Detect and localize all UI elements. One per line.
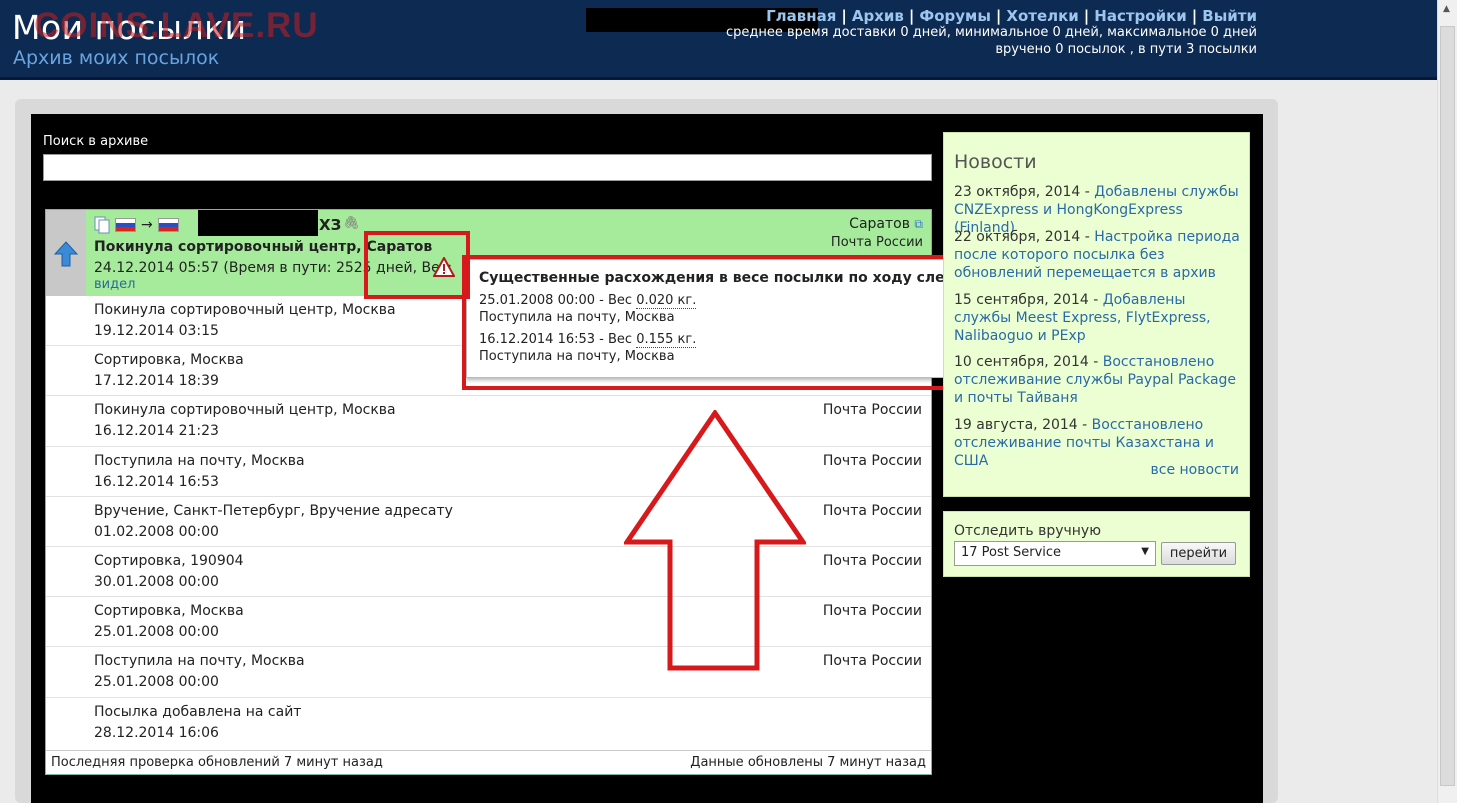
row-time: 25.01.2008 00:00	[94, 624, 219, 641]
row-carrier: Почта России	[822, 502, 922, 519]
row-time: 01.02.2008 00:00	[94, 523, 219, 540]
parcel-name[interactable]: ХЗ	[319, 216, 341, 234]
row-time: 17.12.2014 18:39	[94, 373, 219, 390]
arrow-up-icon[interactable]	[54, 240, 78, 268]
nav-separator: |	[1083, 7, 1090, 25]
flag-russia-icon	[157, 218, 179, 232]
destination-city-label[interactable]: Саратов	[849, 216, 910, 232]
row-status: Покинула сортировочный центр, Москва	[94, 302, 396, 318]
service-select-value[interactable]: 17 Post Service	[961, 545, 1061, 560]
news-item: 22 октября, 2014 - Настройка периода пос…	[954, 228, 1244, 282]
row-carrier: Почта России	[822, 552, 922, 569]
search-label: Поиск в архиве	[43, 134, 149, 149]
news-date: 10 сентября, 2014 -	[954, 354, 1103, 370]
track-label: Отследить вручную	[954, 523, 1101, 539]
row-time: 19.12.2014 03:15	[94, 323, 219, 339]
row-time: 16.12.2014 21:23	[94, 423, 219, 440]
copy-icon[interactable]	[94, 216, 110, 234]
parcel-icons: →	[94, 216, 179, 234]
parcel-footer: Последняя проверка обновлений 7 минут на…	[46, 750, 931, 774]
nav-logout[interactable]: Выйти	[1202, 7, 1257, 25]
carrier-label: Почта России	[830, 235, 923, 250]
nav-separator: |	[908, 7, 915, 25]
scroll-up-icon[interactable]: ▲	[1443, 4, 1450, 14]
news-date: 15 сентября, 2014 -	[954, 292, 1103, 308]
nav-separator: |	[841, 7, 847, 25]
row-status: Вручение, Санкт-Петербург, Вручение адре…	[94, 502, 453, 519]
nav-home[interactable]: Главная	[766, 7, 836, 25]
watermark: COINS.LAVE.RU	[34, 6, 319, 45]
news-item: 15 сентября, 2014 - Добавлены службы Mee…	[954, 291, 1244, 345]
nav-archive[interactable]: Архив	[852, 7, 904, 25]
page-scrollbar[interactable]: ▲	[1437, 0, 1457, 803]
flag-russia-icon	[115, 218, 136, 232]
news-panel: Новости 23 октября, 2014 - Добавлены слу…	[943, 132, 1250, 497]
all-news-link[interactable]: все новости	[1151, 462, 1240, 478]
row-status: Покинула сортировочный центр, Москва	[94, 402, 396, 419]
row-carrier: Почта России	[822, 402, 922, 419]
scroll-thumb[interactable]	[1440, 26, 1455, 786]
top-nav: Главная | Архив | Форумы | Хотелки | Настройки | В…	[766, 7, 1257, 25]
row-carrier: Почта России	[822, 653, 922, 670]
row-status: Поступила на почту, Москва	[94, 653, 305, 670]
news-date: 19 августа, 2014 -	[954, 417, 1092, 433]
row-status: Посылка добавлена на сайт	[94, 703, 302, 720]
row-status: Сортировка, Москва	[94, 603, 244, 620]
arrow-right-icon: →	[141, 217, 153, 233]
search-input[interactable]	[43, 154, 932, 181]
destination-city[interactable]: Саратов ⧉	[849, 216, 923, 232]
annotation-box	[462, 255, 957, 390]
site-header: Мои посылки Архив моих посылок COINS.LAV…	[0, 0, 1437, 80]
news-title: Новости	[954, 151, 1037, 173]
data-updated-text: Данные обновлены 7 минут назад	[690, 755, 926, 770]
nav-separator: |	[995, 7, 1002, 25]
row-carrier: Почта России	[822, 603, 922, 620]
paperclip-icon[interactable]: 🖇	[343, 216, 360, 231]
collapse-column[interactable]	[46, 210, 86, 296]
news-date: 23 октября, 2014 -	[954, 184, 1095, 200]
row-time: 16.12.2014 16:53	[94, 473, 219, 490]
service-select[interactable]: 17 Post Service ▼	[954, 541, 1156, 566]
external-link-icon[interactable]: ⧉	[914, 217, 923, 231]
annotation-box	[364, 231, 470, 299]
parcel-counts: вручено 0 посылок , в пути 3 посылки	[995, 42, 1257, 57]
nav-wishlist[interactable]: Хотелки	[1006, 7, 1078, 25]
news-item: 10 сентября, 2014 - Восстановлено отслеж…	[954, 353, 1244, 407]
seen-link[interactable]: видел	[94, 277, 135, 292]
row-status: Поступила на почту, Москва	[94, 452, 305, 469]
page-subtitle: Архив моих посылок	[13, 47, 220, 69]
nav-forums[interactable]: Форумы	[919, 7, 991, 25]
delivery-stats: среднее время доставки 0 дней, минимальн…	[725, 25, 1257, 40]
redacted-block	[198, 210, 318, 236]
row-status: Сортировка, 190904	[94, 552, 244, 569]
history-row: Посылка добавлена на сайт 28.12.2014 16:…	[46, 698, 931, 748]
row-status: Сортировка, Москва	[94, 352, 244, 369]
row-time: 28.12.2014 16:06	[94, 724, 219, 741]
row-time: 30.01.2008 00:00	[94, 573, 219, 590]
dropdown-caret-icon[interactable]: ▼	[1141, 546, 1149, 557]
row-carrier: Почта России	[822, 452, 922, 469]
last-check-text: Последняя проверка обновлений 7 минут на…	[51, 755, 383, 770]
nav-settings[interactable]: Настройки	[1094, 7, 1187, 25]
go-button[interactable]: перейти	[1161, 542, 1236, 565]
row-time: 25.01.2008 00:00	[94, 674, 219, 691]
manual-track-panel: Отследить вручную 17 Post Service ▼ пере…	[943, 511, 1250, 577]
news-date: 22 октября, 2014 -	[954, 229, 1095, 245]
annotation-arrow-icon	[624, 410, 806, 671]
nav-separator: |	[1191, 7, 1198, 25]
